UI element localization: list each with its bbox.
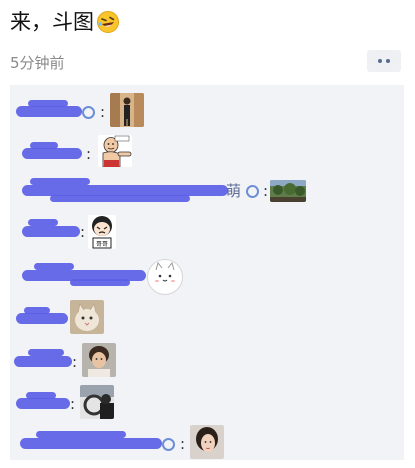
pointing-meme-sticker[interactable] <box>98 135 132 167</box>
comment-row[interactable]: : <box>10 385 404 421</box>
more-options-button[interactable] <box>367 50 401 72</box>
redacted-name <box>16 398 70 409</box>
comment-row[interactable]: : <box>10 93 404 129</box>
comment-row[interactable]: 萌 : <box>10 175 404 211</box>
redacted-name <box>22 226 80 237</box>
redacted-name <box>70 279 130 286</box>
crying-meme-sticker[interactable]: 哥哥 <box>88 215 116 249</box>
redacted-name <box>30 142 58 149</box>
colon-separator: : <box>70 395 76 413</box>
redacted-name <box>16 106 82 117</box>
white-cat-emoji[interactable] <box>147 259 183 295</box>
redacted-name <box>26 392 56 399</box>
comment-row[interactable]: : <box>10 343 404 379</box>
commenter-name-visible[interactable]: 萌 <box>226 182 241 200</box>
rofl-face-emoji-icon <box>96 10 120 34</box>
redacted-name <box>36 431 126 438</box>
car-interior-photo[interactable] <box>80 385 114 419</box>
redacted-name <box>50 195 190 202</box>
redacted-name <box>20 438 162 449</box>
verified-ring-icon <box>246 185 259 198</box>
redacted-name <box>28 100 68 107</box>
more-dots-icon <box>386 59 390 63</box>
redacted-name <box>28 219 58 226</box>
colon-separator: : <box>180 435 186 453</box>
colon-separator: : <box>86 145 92 163</box>
colon-separator: : <box>80 223 86 241</box>
verified-ring-icon <box>162 438 175 451</box>
post-timestamp: 5分钟前 <box>10 54 65 72</box>
comment-row[interactable] <box>10 300 404 336</box>
comment-row[interactable]: : 哥哥 <box>10 213 404 249</box>
colon-separator: : <box>263 182 269 200</box>
comment-row[interactable]: : <box>10 135 404 171</box>
comment-row[interactable]: : <box>10 425 404 461</box>
cat-photo[interactable] <box>70 300 104 334</box>
redacted-name <box>14 356 72 367</box>
redacted-name <box>16 313 68 324</box>
more-dots-icon <box>378 59 382 63</box>
colon-separator: : <box>100 103 106 121</box>
comment-list: : : 萌:: 哥哥::: <box>10 85 404 460</box>
redacted-name <box>34 263 74 270</box>
person-standing-photo[interactable] <box>110 93 144 127</box>
post-text: 来，斗图 <box>10 8 120 36</box>
comment-row[interactable] <box>10 257 404 295</box>
portrait-photo[interactable] <box>82 343 116 377</box>
colon-separator: : <box>72 353 78 371</box>
landscape-photo[interactable] <box>270 180 306 202</box>
verified-ring-icon <box>82 106 95 119</box>
redacted-name <box>30 178 90 185</box>
girl-selfie-photo[interactable] <box>190 425 224 459</box>
redacted-name <box>24 307 50 314</box>
svg-text:哥哥: 哥哥 <box>96 241 108 248</box>
post-text-content: 来，斗图 <box>10 10 94 34</box>
redacted-name <box>22 148 82 159</box>
redacted-name <box>28 349 64 356</box>
